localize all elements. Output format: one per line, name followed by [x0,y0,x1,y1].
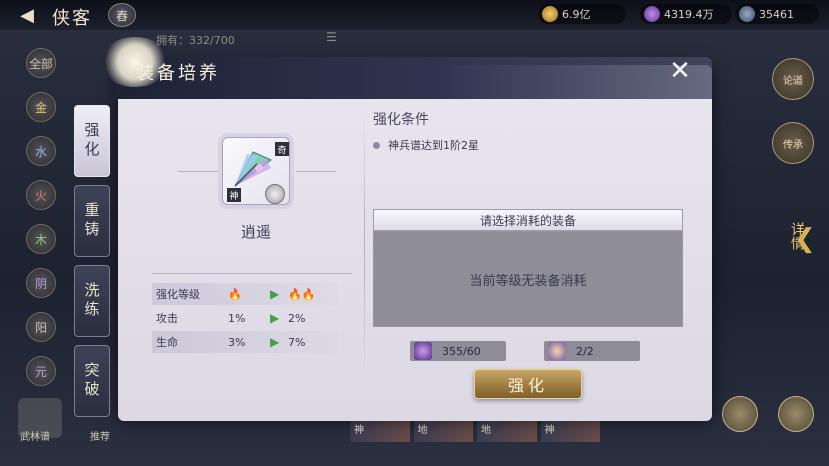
list-icon[interactable]: ☰ [326,30,342,44]
action-round-button-2[interactable] [778,396,814,432]
stat-row-health: 生命 3% ▶ 7% [152,331,338,353]
equipment-name: 逍遥 [240,223,271,241]
stat-row-attack: 攻击 1% ▶ 2% [152,307,338,329]
resource-coin-value: 6.9亿 [562,8,591,21]
card-label[interactable]: 神 [350,420,410,442]
character-avatar [265,184,285,204]
card-label[interactable]: 地 [477,420,537,442]
flame-icon: 🔥 [228,287,242,301]
card-label[interactable]: 神 [540,420,600,442]
double-flame-icon: 🔥🔥 [288,287,316,301]
close-icon: ✕ [669,56,691,86]
title-badge[interactable]: 舂 [108,3,136,27]
scroll-icon[interactable] [548,342,566,360]
divine-tag: 神 [227,188,241,202]
crystal-icon[interactable] [414,342,432,360]
tab-refine[interactable]: 洗练 [74,265,110,337]
condition-item: 神兵谱达到1阶2星 [373,137,479,153]
resource-coin[interactable]: 6.9亿 [538,4,626,24]
stat-label: 生命 [156,336,178,349]
recommend-label[interactable]: 推荐 [90,428,110,443]
enhance-button[interactable]: 强化 [474,369,582,399]
stat-current: 3% [228,335,246,349]
gem-icon [644,6,660,22]
resource-token[interactable]: 35461 [735,4,819,24]
material-select-header: 请选择消耗的装备 [373,209,683,231]
condition-title: 强化条件 [373,112,429,128]
stat-next: 2% [288,311,306,325]
stat-divider [152,273,352,274]
element-filter-metal[interactable]: 金 [26,92,56,122]
cost-scroll-value: 2/2 [576,344,594,358]
cost-crystal: 355/60 [410,341,506,361]
card-label[interactable]: 地 [413,420,473,442]
element-filter-fire[interactable]: 火 [26,180,56,210]
modal-header: 装备培养 ✕ [100,37,712,99]
resource-gem[interactable]: 4319.4万 [640,4,732,24]
decor-line-right [296,171,336,172]
action-round-button-1[interactable] [722,396,758,432]
token-icon [739,6,755,22]
chevron-left-icon: ❮ [794,224,816,254]
arrow-right-icon: ▶ [270,311,280,325]
tab-breakthrough[interactable]: 突破 [74,345,110,417]
arrow-right-icon: ▶ [270,287,280,301]
element-filter-all[interactable]: 全部 [26,48,56,78]
panel-divider [364,105,365,385]
element-filter-wood[interactable]: 木 [26,224,56,254]
stat-next: 7% [288,335,306,349]
modal-tabs: 强化 重铸 洗练 突破 [74,105,114,425]
element-filter-water[interactable]: 水 [26,136,56,166]
empty-material-text: 当前等级无装备消耗 [469,273,587,289]
bullet-icon [373,141,380,149]
coin-icon [542,6,558,22]
element-filter-yuan[interactable]: 元 [26,356,56,386]
lundao-button[interactable]: 论道 [772,58,814,100]
element-filter-column: 全部 金 水 火 木 阴 阳 元 [26,48,60,400]
tab-reforge[interactable]: 重铸 [74,185,110,257]
element-filter-yang[interactable]: 阳 [26,312,56,342]
stat-label: 攻击 [156,312,178,325]
card-strip: 神 地 地 神 [350,420,600,442]
back-arrow-icon: ◀ [20,4,34,26]
cost-scroll: 2/2 [544,341,640,361]
wulinpu-label: 武林谱 [20,432,50,443]
tab-enhance[interactable]: 强化 [74,105,110,177]
stat-table: 强化等级 🔥 ▶ 🔥🔥 攻击 1% ▶ 2% 生命 3% ▶ 7% [152,283,338,355]
decor-line-left [178,171,218,172]
stat-row-level: 强化等级 🔥 ▶ 🔥🔥 [152,283,338,305]
close-button[interactable]: ✕ [666,56,694,86]
modal-title: 装备培养 [136,63,220,84]
resource-gem-value: 4319.4万 [664,8,714,21]
condition-text: 神兵谱达到1阶2星 [388,139,479,152]
rarity-tag: 奇 [275,142,289,156]
cost-crystal-value: 355/60 [442,344,481,358]
page-title: 侠客 [52,8,92,29]
back-button[interactable]: ◀ [12,4,42,26]
owned-count: 拥有：332/700 [156,34,235,47]
arrow-right-icon: ▶ [270,335,280,349]
material-select-area[interactable]: 当前等级无装备消耗 [373,231,683,327]
element-filter-yin[interactable]: 阴 [26,268,56,298]
resource-token-value: 35461 [759,7,794,21]
stat-label: 强化等级 [156,288,200,301]
equipment-training-modal: 装备培养 ✕ 强化 重铸 洗练 突破 奇 神 逍遥 强化等级 🔥 ▶ 🔥🔥 攻击… [74,37,712,421]
equipment-item-frame[interactable]: 奇 神 [222,137,290,205]
stat-current: 1% [228,311,246,325]
chuancheng-button[interactable]: 传承 [772,122,814,164]
